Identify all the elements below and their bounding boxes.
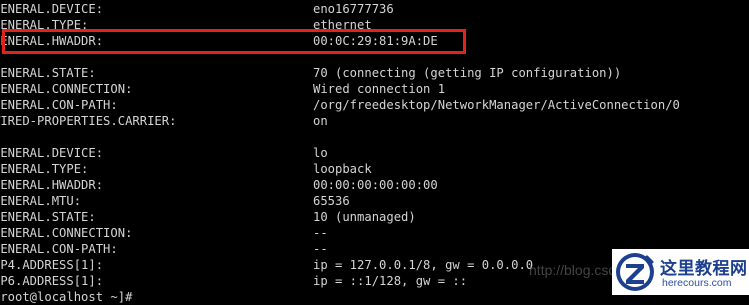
field-value: lo	[313, 146, 328, 160]
field-value: loopback	[313, 162, 372, 176]
field-key: WIRED-PROPERTIES.CARRIER:	[0, 114, 177, 128]
field-value: --	[313, 242, 328, 256]
prompt-text: [root@localhost ~]#	[0, 290, 133, 304]
field-value: ip = 127.0.0.1/8, gw = 0.0.0.0	[313, 258, 534, 272]
field-key: IP4.ADDRESS[1]:	[0, 258, 104, 272]
logo-domain: herecours.com	[662, 277, 732, 289]
field-value: --	[313, 226, 328, 240]
site-logo[interactable]: 这里教程网 herecours.com	[612, 249, 749, 295]
field-key: GENERAL.CON-PATH:	[0, 98, 118, 112]
z-logo-icon	[616, 253, 654, 291]
field-key: GENERAL.CONNECTION:	[0, 82, 133, 96]
field-key: GENERAL.MTU:	[0, 194, 82, 208]
field-value: 00:00:00:00:00:00	[313, 178, 438, 192]
field-value: 10 (unmanaged)	[313, 210, 416, 224]
field-value: Wired connection 1	[313, 82, 446, 96]
field-key: GENERAL.DEVICE:	[0, 2, 104, 16]
field-value: on	[313, 114, 328, 128]
field-key: GENERAL.STATE:	[0, 210, 96, 224]
field-key: GENERAL.HWADDR:	[0, 178, 104, 192]
field-key: GENERAL.CONNECTION:	[0, 226, 133, 240]
field-value: /org/freedesktop/NetworkManager/ActiveCo…	[313, 98, 680, 112]
field-key: GENERAL.CON-PATH:	[0, 242, 118, 256]
field-value: 70 (connecting (getting IP configuration…	[313, 66, 622, 80]
highlight-box	[2, 29, 466, 54]
field-key: GENERAL.STATE:	[0, 66, 96, 80]
field-value: 65536	[313, 194, 350, 208]
logo-title: 这里教程网	[660, 259, 748, 279]
field-key: GENERAL.DEVICE:	[0, 146, 104, 160]
field-key: GENERAL.TYPE:	[0, 162, 89, 176]
field-key: IP6.ADDRESS[1]:	[0, 274, 104, 288]
field-value: ip = ::1/128, gw = ::	[313, 274, 468, 288]
field-value: eno16777736	[313, 2, 394, 16]
